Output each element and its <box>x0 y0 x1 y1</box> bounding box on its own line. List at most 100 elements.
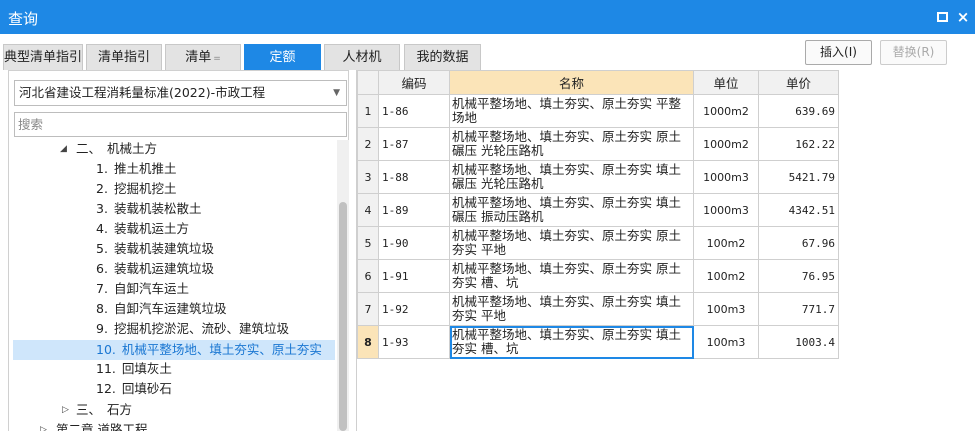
tree-node-num: 12. <box>96 381 116 396</box>
table-row-current[interactable]: 8 1-93 机械平整场地、填土夯实、原土夯实 填土夯实 槽、坑 100m3 1… <box>357 325 839 359</box>
chevron-down-icon[interactable]: ▼ <box>333 81 340 105</box>
tab-label: 人材机 <box>342 50 382 65</box>
cell-unit[interactable]: 1000m3 <box>693 193 759 227</box>
cell-code[interactable]: 1-91 <box>378 259 450 293</box>
tree-node-label: 挖掘机挖土 <box>113 181 177 196</box>
table-row[interactable]: 2 1-87 机械平整场地、填土夯实、原土夯实 原土碾压 光轮压路机 1000m… <box>357 127 839 161</box>
tree-node-num: 4. <box>96 221 108 236</box>
cell-price[interactable]: 162.22 <box>758 127 839 161</box>
cell-code[interactable]: 1-86 <box>378 94 450 128</box>
header-unit[interactable]: 单位 <box>693 70 759 95</box>
tree-node-item[interactable]: 6. 装载机运建筑垃圾 <box>96 259 214 279</box>
cell-unit[interactable]: 100m3 <box>693 292 759 326</box>
cell-unit[interactable]: 100m3 <box>693 325 759 359</box>
tab-labor-material-machine[interactable]: 人材机 <box>324 44 400 70</box>
collapsed-arrow-icon[interactable]: ▷ <box>40 425 47 431</box>
insert-button[interactable]: 插入(I) <box>805 40 872 65</box>
tree-node-item[interactable]: 8. 自卸汽车运建筑垃圾 <box>96 299 226 319</box>
tab-my-data[interactable]: 我的数据 <box>404 44 481 70</box>
tree-node-mechanical-earthwork[interactable]: 二、 机械土方 <box>76 139 157 159</box>
search-input[interactable]: 搜索 <box>14 112 347 137</box>
tree-node-label: 回填灰土 <box>121 361 172 376</box>
cell-name[interactable]: 机械平整场地、填土夯实、原土夯实 平整场地 <box>449 94 694 128</box>
cell-name[interactable]: 机械平整场地、填土夯实、原土夯实 原土碾压 光轮压路机 <box>449 127 694 161</box>
scrollbar-thumb[interactable] <box>339 202 347 431</box>
tree-node-num: 6. <box>96 261 108 276</box>
close-icon[interactable]: × <box>956 10 970 25</box>
cell-price[interactable]: 4342.51 <box>758 193 839 227</box>
cell-price[interactable]: 771.7 <box>758 292 839 326</box>
tree-node-label: 挖掘机挖淤泥、流砂、建筑垃圾 <box>113 321 289 336</box>
cell-price[interactable]: 76.95 <box>758 259 839 293</box>
row-number: 2 <box>357 127 379 161</box>
tree-node-item[interactable]: 5. 装载机装建筑垃圾 <box>96 239 214 259</box>
tree-node-label: 装载机装松散土 <box>113 201 202 216</box>
table-row[interactable]: 3 1-88 机械平整场地、填土夯实、原土夯实 填土碾压 光轮压路机 1000m… <box>357 160 839 194</box>
tree-node-num: 9. <box>96 321 108 336</box>
tree-node-chapter-road[interactable]: 第二章 道路工程 <box>56 420 147 431</box>
window-title: 查询 <box>8 10 39 28</box>
collapsed-arrow-icon[interactable]: ▷ <box>62 405 69 415</box>
tree-node-label: 装载机装建筑垃圾 <box>113 241 214 256</box>
table-row[interactable]: 4 1-89 机械平整场地、填土夯实、原土夯实 填土碾压 振动压路机 1000m… <box>357 193 839 227</box>
cell-code[interactable]: 1-90 <box>378 226 450 260</box>
cell-unit[interactable]: 1000m2 <box>693 94 759 128</box>
tree-node-num: 5. <box>96 241 108 256</box>
cell-name[interactable]: 机械平整场地、填土夯实、原土夯实 填土碾压 光轮压路机 <box>449 160 694 194</box>
table-row[interactable]: 6 1-91 机械平整场地、填土夯实、原土夯实 原土夯实 槽、坑 100m2 7… <box>357 259 839 293</box>
tree-node-item[interactable]: 4. 装载机运土方 <box>96 219 189 239</box>
header-code[interactable]: 编码 <box>378 70 450 95</box>
tab-list[interactable]: 清单 = <box>165 44 241 70</box>
expanded-arrow-icon[interactable]: ◢ <box>60 144 67 154</box>
cell-price[interactable]: 67.96 <box>758 226 839 260</box>
library-select[interactable]: 河北省建设工程消耗量标准(2022)-市政工程 ▼ <box>14 80 347 106</box>
tree-node-item[interactable]: 11. 回填灰土 <box>96 359 172 379</box>
cell-price[interactable]: 5421.79 <box>758 160 839 194</box>
tree-node-item[interactable]: 12. 回填砂石 <box>96 379 172 399</box>
cell-code[interactable]: 1-88 <box>378 160 450 194</box>
tree-node-item[interactable]: 1. 推土机推土 <box>96 159 176 179</box>
row-number: 6 <box>357 259 379 293</box>
replace-button[interactable]: 替换(R) <box>880 40 947 65</box>
row-number: 3 <box>357 160 379 194</box>
tree-node-stonework[interactable]: 三、 石方 <box>76 400 132 420</box>
cell-code[interactable]: 1-87 <box>378 127 450 161</box>
tab-quota[interactable]: 定额 <box>244 44 321 70</box>
tree-scrollbar[interactable] <box>337 140 349 431</box>
tab-label: 清单指引 <box>97 50 150 65</box>
cell-unit[interactable]: 1000m2 <box>693 127 759 161</box>
tab-typical-list-guide[interactable]: 典型清单指引 <box>3 44 83 70</box>
tree-node-item[interactable]: 9. 挖掘机挖淤泥、流砂、建筑垃圾 <box>96 319 289 339</box>
row-number: 5 <box>357 226 379 260</box>
cell-name[interactable]: 机械平整场地、填土夯实、原土夯实 原土夯实 槽、坑 <box>449 259 694 293</box>
tree-node-num: 7. <box>96 281 108 296</box>
cell-price[interactable]: 639.69 <box>758 94 839 128</box>
tree-node-label: 第二章 道路工程 <box>56 422 148 431</box>
cell-name[interactable]: 机械平整场地、填土夯实、原土夯实 填土夯实 平地 <box>449 292 694 326</box>
tree-node-item[interactable]: 3. 装载机装松散土 <box>96 199 201 219</box>
table-row[interactable]: 7 1-92 机械平整场地、填土夯实、原土夯实 填土夯实 平地 100m3 77… <box>357 292 839 326</box>
tree-node-item[interactable]: 7. 自卸汽车运土 <box>96 279 189 299</box>
table-row[interactable]: 5 1-90 机械平整场地、填土夯实、原土夯实 原土夯实 平地 100m2 67… <box>357 226 839 260</box>
cell-code[interactable]: 1-92 <box>378 292 450 326</box>
cell-code[interactable]: 1-89 <box>378 193 450 227</box>
tree-node-item-selected[interactable]: 10. 机械平整场地、填土夯实、原土夯实 <box>13 340 335 360</box>
tree-node-num: 1. <box>96 161 108 176</box>
cell-name[interactable]: 机械平整场地、填土夯实、原土夯实 原土夯实 平地 <box>449 226 694 260</box>
maximize-icon[interactable] <box>936 10 950 24</box>
cell-name[interactable]: 机械平整场地、填土夯实、原土夯实 填土碾压 振动压路机 <box>449 193 694 227</box>
tab-label: 我的数据 <box>416 50 469 65</box>
header-price[interactable]: 单价 <box>758 70 839 95</box>
cell-name[interactable]: 机械平整场地、填土夯实、原土夯实 填土夯实 槽、坑 <box>449 325 694 359</box>
cell-unit[interactable]: 100m2 <box>693 226 759 260</box>
tree-node-label: 自卸汽车运土 <box>113 281 189 296</box>
tree-node-item[interactable]: 2. 挖掘机挖土 <box>96 179 176 199</box>
table-row[interactable]: 1 1-86 机械平整场地、填土夯实、原土夯实 平整场地 1000m2 639.… <box>357 94 839 128</box>
tree-node-label: 装载机运建筑垃圾 <box>113 261 214 276</box>
cell-code[interactable]: 1-93 <box>378 325 450 359</box>
header-name[interactable]: 名称 <box>449 70 694 95</box>
tab-list-guide[interactable]: 清单指引 <box>86 44 162 70</box>
cell-unit[interactable]: 100m2 <box>693 259 759 293</box>
cell-price[interactable]: 1003.4 <box>758 325 839 359</box>
cell-unit[interactable]: 1000m3 <box>693 160 759 194</box>
